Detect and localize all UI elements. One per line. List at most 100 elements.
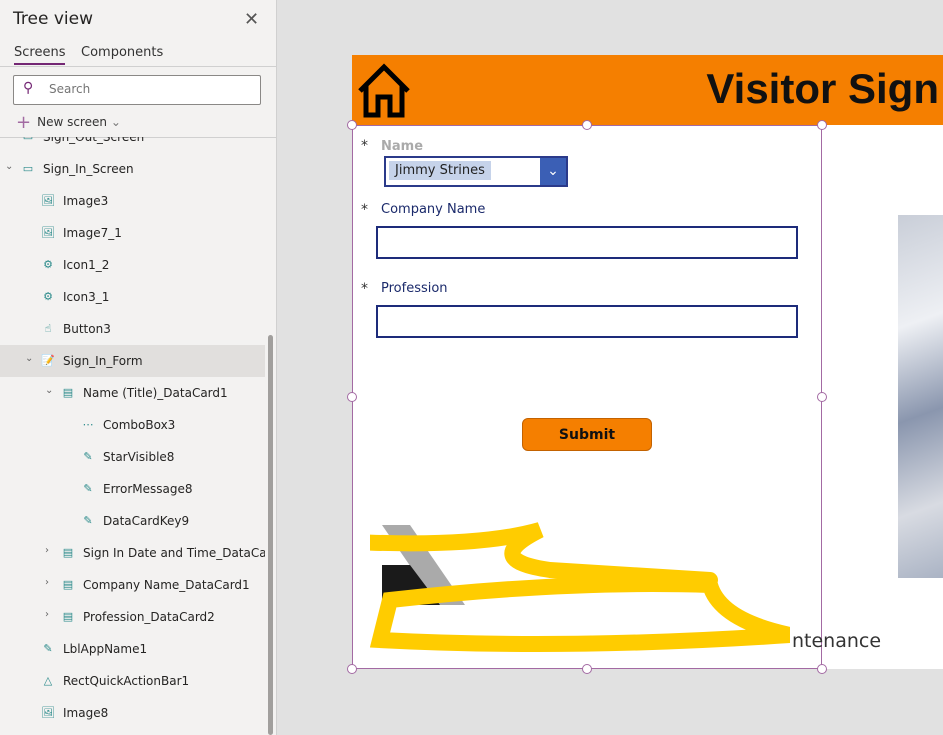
logo-tagline: ntenance xyxy=(792,630,882,652)
tree-item-label: Image8 xyxy=(63,706,109,720)
label-icon: ✎ xyxy=(43,642,53,655)
tree-item-label: Company Name_DataCard1 xyxy=(83,578,250,592)
tree-item-label: Sign In Date and Time_DataCard1 xyxy=(83,546,265,560)
close-icon[interactable]: ✕ xyxy=(244,9,259,30)
submit-button[interactable]: Submit xyxy=(522,418,652,451)
chevron-down-icon[interactable]: ⌄ xyxy=(45,385,53,396)
shape-icon: △ xyxy=(43,674,53,687)
combobox-icon: ⋯ xyxy=(82,418,94,431)
tree-item-label: Profession_DataCard2 xyxy=(83,610,215,624)
resize-handle[interactable] xyxy=(347,120,357,130)
image-icon: 🖼 xyxy=(41,194,55,207)
tree-item[interactable]: ⚙ Icon3_1 xyxy=(0,281,265,313)
tree-item-label: Sign_In_Screen xyxy=(43,162,134,176)
tree-item[interactable]: ✎ ErrorMessage8 xyxy=(0,473,265,505)
divider xyxy=(0,66,276,67)
tree-item-label: ErrorMessage8 xyxy=(103,482,193,496)
label-icon: ✎ xyxy=(83,482,93,495)
tree-list: › ▭ Sign_Out_Screen ⌄ ▭ Sign_In_Screen 🖼 Image3… xyxy=(0,137,265,735)
tree-item-label: ComboBox3 xyxy=(103,418,176,432)
tree-item-label: Icon1_2 xyxy=(63,258,110,272)
tree-view-panel: Tree view ✕ Screens Components ⚲ + New sc… xyxy=(0,0,277,735)
new-screen-label: New screen xyxy=(37,115,107,129)
label-icon: ✎ xyxy=(83,450,93,463)
name-label: Name xyxy=(381,139,424,154)
tree-item[interactable]: › ▤ Profession_DataCard2 xyxy=(0,601,265,633)
tree-item-label: StarVisible8 xyxy=(103,450,175,464)
tree-item-label: Sign_In_Form xyxy=(63,354,143,368)
company-name-input[interactable] xyxy=(376,226,798,259)
tree-item[interactable]: ⌄ 📝 Sign_In_Form xyxy=(0,345,265,377)
building-image xyxy=(898,215,943,578)
resize-handle[interactable] xyxy=(347,392,357,402)
chevron-right-icon[interactable]: › xyxy=(45,609,49,620)
datacard-icon: ▤ xyxy=(62,578,74,591)
label-icon: ✎ xyxy=(83,514,93,527)
tree-item[interactable]: △ RectQuickActionBar1 xyxy=(0,665,265,697)
icons-icon: ⚙ xyxy=(43,258,53,271)
selected-value: Jimmy Strines xyxy=(389,161,491,180)
tree-item-label: RectQuickActionBar1 xyxy=(63,674,190,688)
resize-handle[interactable] xyxy=(817,392,827,402)
datacard-icon: ▤ xyxy=(62,610,74,623)
header-bar: Visitor Sign xyxy=(352,55,943,125)
tree-item[interactable]: 🖼 Image8 xyxy=(0,697,265,729)
resize-handle[interactable] xyxy=(582,664,592,674)
tree-item[interactable]: › ▤ Sign In Date and Time_DataCard1 xyxy=(0,537,265,569)
button-icon: ☝ xyxy=(44,322,52,335)
search-icon: ⚲ xyxy=(23,80,34,96)
tree-item[interactable]: › ▤ Company Name_DataCard1 xyxy=(0,569,265,601)
search-input[interactable] xyxy=(49,82,249,96)
image-icon: 🖼 xyxy=(41,226,55,239)
profession-input[interactable] xyxy=(376,305,798,338)
resize-handle[interactable] xyxy=(817,664,827,674)
screen-icon: ▭ xyxy=(20,137,36,143)
name-combobox[interactable]: Jimmy Strines ⌄ xyxy=(384,156,568,187)
tree-item-label: Name (Title)_DataCard1 xyxy=(83,386,228,400)
image-icon: 🖼 xyxy=(41,706,55,719)
chevron-right-icon[interactable]: › xyxy=(45,577,49,588)
company-name-label: Company Name xyxy=(381,202,486,217)
app-title: Visitor Sign xyxy=(706,65,939,112)
resize-handle[interactable] xyxy=(347,664,357,674)
tab-components[interactable]: Components xyxy=(81,45,163,60)
tree-item[interactable]: ✎ DataCardKey9 xyxy=(0,505,265,537)
chevron-right-icon[interactable]: › xyxy=(5,137,9,140)
panel-title: Tree view xyxy=(13,9,93,29)
plus-icon: + xyxy=(16,112,32,133)
profession-label: Profession xyxy=(381,281,448,296)
tree-item-label: Image3 xyxy=(63,194,109,208)
chevron-down-icon[interactable]: ⌄ xyxy=(540,158,566,185)
datacard-icon: ▤ xyxy=(62,386,74,399)
tree-item-label: LblAppName1 xyxy=(63,642,148,656)
tree-item[interactable]: ⚙ Icon1_2 xyxy=(0,249,265,281)
tree-item-label: Image7_1 xyxy=(63,226,122,240)
required-star: * xyxy=(361,281,368,297)
resize-handle[interactable] xyxy=(582,120,592,130)
tab-screens[interactable]: Screens xyxy=(14,45,66,65)
search-box[interactable]: ⚲ xyxy=(13,75,261,105)
scrollbar[interactable] xyxy=(268,335,273,735)
tree-item[interactable]: ⌄ ▤ Name (Title)_DataCard1 xyxy=(0,377,265,409)
tree-item[interactable]: 🖼 Image3 xyxy=(0,185,265,217)
tree-item[interactable]: ✎ LblAppName1 xyxy=(0,633,265,665)
chevron-down-icon[interactable]: ⌄ xyxy=(5,161,13,172)
tree-item[interactable]: 🖼 Image7_1 xyxy=(0,217,265,249)
chevron-down-icon[interactable]: ⌄ xyxy=(25,353,33,364)
company-logo xyxy=(370,522,790,652)
tree-item[interactable]: › ▭ Sign_Out_Screen xyxy=(0,137,265,153)
home-icon[interactable] xyxy=(356,63,412,119)
resize-handle[interactable] xyxy=(817,120,827,130)
icons-icon: ⚙ xyxy=(43,290,53,303)
form-icon: 📝 xyxy=(41,354,55,367)
tree-item[interactable]: ⋯ ComboBox3 xyxy=(0,409,265,441)
chevron-right-icon[interactable]: › xyxy=(45,545,49,556)
tree-item[interactable]: ✎ StarVisible8 xyxy=(0,441,265,473)
tree-item[interactable]: ☝ Button3 xyxy=(0,313,265,345)
datacard-icon: ▤ xyxy=(62,546,74,559)
required-star: * xyxy=(361,138,368,154)
tree-item[interactable]: ⌄ ▭ Sign_In_Screen xyxy=(0,153,265,185)
new-screen-button[interactable]: + New screen ⌄ xyxy=(16,112,121,133)
tree-item-label: Icon3_1 xyxy=(63,290,110,304)
tree-item-label: Sign_Out_Screen xyxy=(43,137,145,144)
